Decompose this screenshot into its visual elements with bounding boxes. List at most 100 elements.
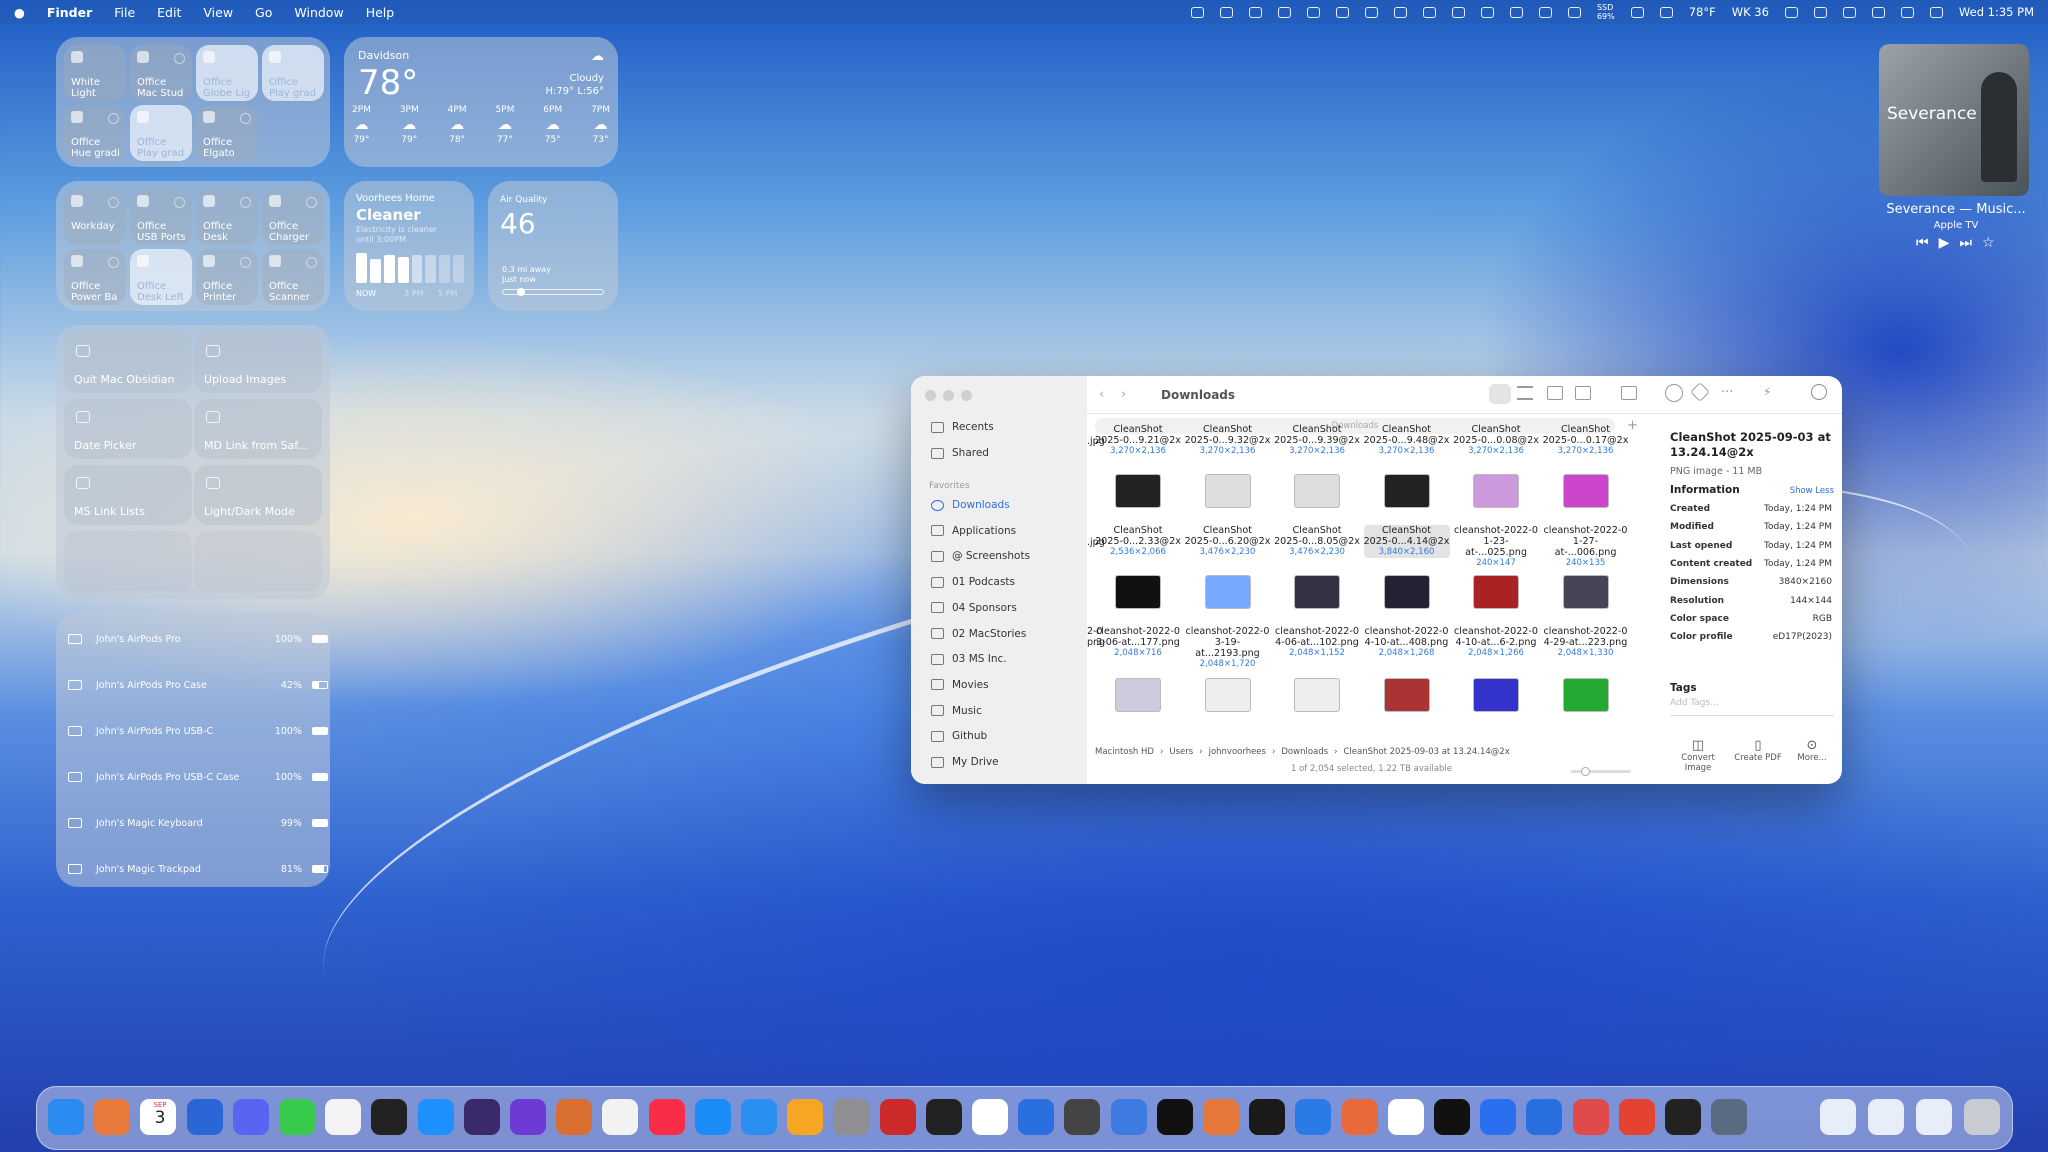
gallery-view-button[interactable] <box>1575 386 1591 400</box>
add-tags-field[interactable]: Add Tags... <box>1670 698 1834 716</box>
menubar-weather[interactable]: 78°F <box>1689 5 1716 19</box>
tile-power-ba[interactable]: Office Power Ba <box>64 249 126 305</box>
tile-office-play-gradient-2[interactable]: Office Play grad <box>130 105 192 161</box>
dock-screens-icon[interactable] <box>1064 1099 1101 1135</box>
now-playing-artwork[interactable]: Severance <box>1879 44 2029 196</box>
text-icon[interactable] <box>1451 6 1465 18</box>
dock-claude-icon[interactable] <box>1203 1099 1239 1135</box>
tile-office-play-gradient[interactable]: Office Play grad <box>262 45 324 101</box>
path-segment[interactable]: Macintosh HD <box>1095 747 1154 757</box>
file-item[interactable]: CleanShot 2025-0...0.17@2x 3,270×2,136 <box>1543 424 1629 457</box>
tile-office-hue-gradient[interactable]: Office Hue gradi <box>64 105 126 161</box>
dock-home-icon[interactable] <box>787 1099 824 1135</box>
back-icon[interactable]: ‹ <box>1099 387 1104 402</box>
file-thumbnail[interactable] <box>1383 678 1430 712</box>
forward-icon[interactable]: › <box>1121 387 1126 402</box>
file-thumbnail[interactable] <box>1115 678 1161 712</box>
shortcut-ms-link-lists[interactable]: MS Link Lists <box>64 465 192 525</box>
tile-office-mac-studio[interactable]: Office Mac Stud <box>130 45 192 101</box>
menubar-week[interactable]: WK 36 <box>1732 5 1769 19</box>
file-item[interactable]: CleanShot 2025-0...9.21@2x 3,270×2,136 <box>1095 424 1181 457</box>
file-thumbnail[interactable] <box>1562 678 1609 712</box>
dock-copilot-icon[interactable] <box>1480 1099 1517 1135</box>
path-segment[interactable]: johnvoorhees <box>1209 747 1266 757</box>
tile-desk-left[interactable]: Office Desk Left <box>130 249 192 305</box>
dock-amazon-icon[interactable] <box>972 1099 1008 1135</box>
show-less-link[interactable]: Show Less <box>1790 486 1834 496</box>
file-item[interactable]: cleanshot-2022-0 4-10-at...6-2.png 2,048×1… <box>1453 626 1539 659</box>
menu-file[interactable]: File <box>114 5 135 20</box>
dock-craft-icon[interactable] <box>510 1099 546 1135</box>
tile-scanner[interactable]: Office Scanner <box>262 249 324 305</box>
file-thumbnail[interactable] <box>1204 678 1251 712</box>
file-thumbnail[interactable] <box>1294 474 1340 508</box>
tile-office-globe-light[interactable]: Office Globe Lig <box>196 45 258 101</box>
share-icon[interactable] <box>1665 384 1683 402</box>
file-thumbnail[interactable] <box>1294 575 1340 609</box>
refresh-icon[interactable] <box>1538 6 1552 18</box>
dock-threads-icon[interactable] <box>1434 1099 1470 1135</box>
dock-things-icon[interactable] <box>1295 1099 1332 1135</box>
shortcut-date-picker[interactable]: Date Picker <box>64 399 192 459</box>
sidebar-item-shared[interactable]: Shared <box>931 447 989 459</box>
icon-size-slider[interactable] <box>1571 767 1631 776</box>
dock-terminal-icon[interactable] <box>1249 1099 1286 1135</box>
dock-app-store-icon[interactable] <box>694 1099 731 1135</box>
star-icon[interactable]: ☆ <box>1982 235 1995 251</box>
dock-chatgpt-icon[interactable] <box>1387 1099 1424 1135</box>
more-actions-button[interactable]: ⊙ More... <box>1784 738 1840 763</box>
dock-reminders-icon[interactable] <box>325 1099 362 1135</box>
icon-view-button[interactable] <box>1489 384 1511 404</box>
shortcut-md-link-from-safari[interactable]: MD Link from Saf... <box>194 399 322 459</box>
dock-stack-icon[interactable] <box>1916 1099 1952 1135</box>
clock-icon[interactable] <box>1900 6 1914 18</box>
dock-perplexity-icon[interactable] <box>1341 1099 1378 1135</box>
toggle-icon[interactable] <box>1929 6 1943 18</box>
menu-help[interactable]: Help <box>366 5 395 20</box>
app-menu-finder[interactable]: Finder <box>47 5 92 20</box>
weather-widget[interactable]: Davidson 78° ☁ Cloudy H:79° L:56° 2PM ☁ 79… <box>344 37 618 167</box>
mic-icon[interactable] <box>1364 6 1378 18</box>
action-bolt-icon[interactable]: ⚡ <box>1763 385 1771 399</box>
file-thumbnail[interactable] <box>1115 474 1161 508</box>
dock-discord-icon[interactable] <box>232 1099 269 1135</box>
dock-preview-icon[interactable] <box>879 1099 916 1135</box>
file-thumbnail[interactable] <box>1562 474 1609 508</box>
sidebar-item-movies[interactable]: Movies <box>931 679 989 691</box>
file-thumbnail[interactable] <box>1473 474 1519 508</box>
zoom-window-button[interactable] <box>961 390 972 401</box>
search-icon[interactable] <box>1811 384 1827 400</box>
shortcut-light-dark-mode[interactable]: Light/Dark Mode <box>194 465 322 525</box>
shortcut-quit-mac-obsidian[interactable]: Quit Mac Obsidian <box>64 333 192 393</box>
tile-office-elgato[interactable]: Office Elgato <box>196 105 258 161</box>
path-segment[interactable]: Users <box>1169 747 1193 757</box>
dock-stack-icon[interactable] <box>1820 1099 1856 1135</box>
screenshot-icon[interactable] <box>1393 6 1407 18</box>
air-quality-widget[interactable]: Air Quality 46 0.3 mi away Just now <box>488 181 618 311</box>
file-item[interactable]: CleanShot 2025-0...2.33@2x 2,536×2,066 <box>1095 525 1181 558</box>
tag-icon[interactable] <box>1690 382 1710 402</box>
dock-testflight-icon[interactable] <box>741 1099 777 1135</box>
close-window-button[interactable] <box>925 390 936 401</box>
file-thumbnail[interactable] <box>1473 678 1519 712</box>
more-icon[interactable]: ··· <box>1721 385 1733 400</box>
sidebar-item-recents[interactable]: Recents <box>931 421 994 433</box>
dock-tailscale-icon[interactable] <box>186 1099 223 1135</box>
sidebar-item-04-sponsors[interactable]: 04 Sponsors <box>931 602 1017 614</box>
energy-widget[interactable]: Voorhees Home Cleaner Electricity is cle… <box>344 181 474 311</box>
pen-icon[interactable] <box>1335 6 1349 18</box>
path-segment[interactable]: CleanShot 2025-09-03 at 13.24.14@2x <box>1343 747 1509 757</box>
dock-notion-calendar-icon[interactable] <box>1018 1099 1055 1135</box>
file-item[interactable]: CleanShot 2025-0...4.14@2x 3,840×2,160 <box>1363 525 1450 558</box>
apple-menu-icon[interactable]: ● <box>14 5 25 20</box>
bolt-icon[interactable] <box>1190 6 1204 18</box>
home-icon[interactable] <box>1659 6 1673 18</box>
vpn-icon[interactable] <box>1306 6 1320 18</box>
status-icon[interactable] <box>1219 6 1233 18</box>
tile-white-light[interactable]: White Light <box>64 45 126 101</box>
path-segment[interactable]: Downloads <box>1281 747 1328 757</box>
file-item[interactable]: cleanshot-2022-0 4-10-at...408.png 2,048×1… <box>1364 626 1450 659</box>
next-icon[interactable]: ⏭ <box>1959 235 1972 251</box>
file-item[interactable]: cleanshot-2022-0 3-19-at...2193.png 2,048×… <box>1185 626 1271 670</box>
sidebar-item-my-drive[interactable]: My Drive <box>931 756 999 768</box>
